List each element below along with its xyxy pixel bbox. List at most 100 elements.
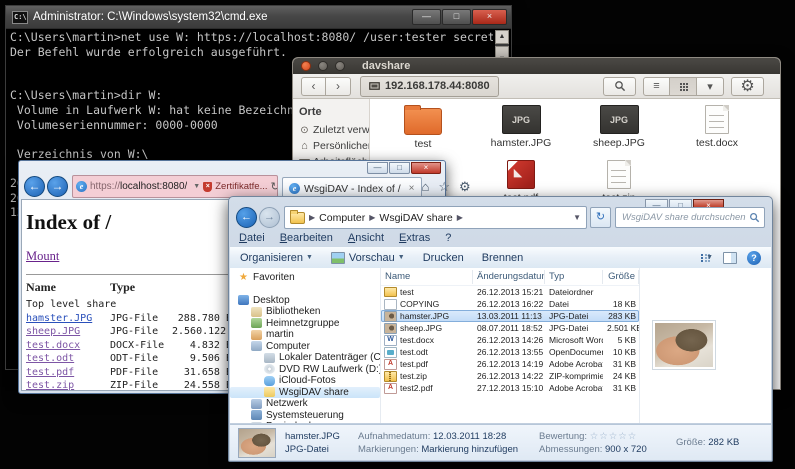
breadcrumb-computer[interactable]: Computer bbox=[319, 212, 365, 224]
file-link[interactable]: test.odt bbox=[26, 352, 110, 366]
status-file-name: hamster.JPG bbox=[285, 431, 349, 442]
sidebar-item[interactable]: DVD RW Laufwerk (D:) bbox=[230, 364, 380, 376]
table-row[interactable]: test2.pdf 27.12.2013 15:10 Adobe Acrobat… bbox=[381, 382, 639, 394]
column-header-size[interactable]: Größe bbox=[603, 270, 639, 284]
close-button[interactable]: × bbox=[472, 9, 507, 25]
table-row[interactable]: test.zip 26.12.2013 14:22 ZIP-komprimier… bbox=[381, 370, 639, 382]
file-item[interactable]: test.docx bbox=[668, 102, 766, 157]
address-dropdown-chevron[interactable]: ▼ bbox=[193, 183, 200, 190]
file-item[interactable]: hamster.JPG bbox=[472, 102, 570, 157]
file-link[interactable]: test.pdf bbox=[26, 366, 110, 380]
sidebar-item[interactable]: Computer bbox=[230, 341, 380, 353]
close-button[interactable]: × bbox=[411, 162, 441, 174]
file-link[interactable]: test.docx bbox=[26, 339, 110, 353]
search-button[interactable] bbox=[603, 77, 636, 96]
search-input[interactable] bbox=[620, 211, 749, 224]
view-options-chevron[interactable]: ▾ bbox=[697, 77, 724, 96]
url-text[interactable]: https://localhost:8080/ bbox=[90, 181, 187, 192]
menu-item[interactable]: Extras bbox=[399, 232, 430, 244]
tab-title: WsgiDAV - Index of / bbox=[304, 183, 401, 195]
forward-button[interactable]: › bbox=[326, 77, 351, 96]
sidebar-item[interactable]: Desktop bbox=[230, 295, 380, 307]
nautilus-titlebar[interactable]: davshare bbox=[293, 58, 780, 74]
table-row[interactable]: COPYING 26.12.2013 16:22 Datei 18 KB bbox=[381, 298, 639, 310]
menu-item[interactable]: Ansicht bbox=[348, 232, 384, 244]
certificate-error-label[interactable]: Zertifikatfe... bbox=[215, 181, 267, 192]
refresh-icon[interactable]: ↻ bbox=[271, 180, 279, 193]
burn-button[interactable]: Brennen bbox=[482, 252, 524, 264]
preview-image[interactable] bbox=[652, 320, 716, 370]
file-size: 283 KB bbox=[603, 311, 639, 321]
address-button[interactable]: 192.168.178.44:8080 bbox=[360, 76, 499, 97]
grid-view-button[interactable] bbox=[670, 77, 697, 96]
sidebar-item[interactable]: Lokaler Datenträger (C:) bbox=[230, 352, 380, 364]
sidebar-item[interactable]: iCloud-Fotos bbox=[230, 375, 380, 387]
address-dropdown-chevron[interactable]: ▼ bbox=[573, 213, 581, 222]
column-header-date[interactable]: Änderungsdatum bbox=[473, 270, 545, 284]
preview-pane-toggle[interactable] bbox=[723, 252, 737, 264]
sidebar-item-icon bbox=[264, 376, 275, 386]
places-item[interactable]: Zuletzt verw... bbox=[293, 122, 369, 138]
home-icon[interactable]: ⌂ bbox=[422, 179, 430, 195]
sidebar-item[interactable]: Papierkorb bbox=[230, 421, 380, 423]
forward-button[interactable]: → bbox=[259, 207, 280, 228]
file-item[interactable]: sheep.JPG bbox=[570, 102, 668, 157]
close-icon[interactable] bbox=[301, 61, 311, 71]
maximize-button[interactable]: □ bbox=[389, 162, 410, 174]
organize-button[interactable]: Organisieren▼ bbox=[240, 252, 313, 264]
favorites-star-icon[interactable]: ☆ bbox=[438, 179, 450, 195]
file-link[interactable]: hamster.JPG bbox=[26, 312, 110, 326]
scroll-up-icon[interactable]: ▲ bbox=[495, 30, 509, 44]
refresh-button[interactable]: ↻ bbox=[590, 207, 611, 228]
settings-button[interactable]: ⚙ bbox=[731, 77, 764, 96]
breadcrumb[interactable]: ▶ Computer ▶ WsgiDAV share ▶ ▼ bbox=[284, 206, 587, 229]
mount-link[interactable]: Mount bbox=[26, 249, 59, 263]
print-button[interactable]: Drucken bbox=[423, 252, 464, 264]
maximize-button[interactable]: □ bbox=[442, 9, 471, 25]
forward-button[interactable]: → bbox=[47, 176, 68, 197]
menu-item[interactable]: Datei bbox=[239, 232, 265, 244]
column-header-type[interactable]: Typ bbox=[545, 270, 603, 284]
menu-item[interactable]: Bearbeiten bbox=[280, 232, 333, 244]
file-item[interactable]: test bbox=[374, 102, 472, 157]
table-row[interactable]: test 26.12.2013 15:21 Dateiordner bbox=[381, 286, 639, 298]
table-row[interactable]: test.docx 26.12.2013 14:26 Microsoft Wor… bbox=[381, 334, 639, 346]
help-icon[interactable]: ? bbox=[747, 251, 761, 265]
sidebar-item[interactable]: Heimnetzgruppe bbox=[230, 318, 380, 330]
search-icon[interactable] bbox=[749, 212, 760, 223]
sidebar-item[interactable]: Netzwerk bbox=[230, 398, 380, 410]
preview-button[interactable]: Vorschau▼ bbox=[331, 252, 405, 264]
minimize-button[interactable]: — bbox=[412, 9, 441, 25]
maximize-icon[interactable] bbox=[335, 61, 345, 71]
tags-value[interactable]: Markierung hinzufügen bbox=[421, 444, 518, 455]
tab-close-icon[interactable]: × bbox=[409, 183, 415, 194]
menu-item[interactable]: ? bbox=[445, 232, 451, 244]
file-link[interactable]: test.zip bbox=[26, 379, 110, 391]
table-row[interactable]: hamster.JPG 13.03.2011 11:13 JPG-Datei 2… bbox=[381, 310, 639, 322]
address-bar[interactable]: e https://localhost:8080/ ▼ × Zertifikat… bbox=[72, 175, 278, 198]
minimize-button[interactable]: — bbox=[367, 162, 388, 174]
back-button[interactable]: ‹ bbox=[301, 77, 326, 96]
sidebar-item[interactable]: Favoriten bbox=[230, 272, 380, 284]
settings-gear-icon[interactable]: ⚙ bbox=[459, 179, 471, 195]
menu-bar: Datei Bearbeiten Ansicht Extras? bbox=[239, 232, 451, 244]
table-row[interactable]: test.pdf 26.12.2013 14:19 Adobe Acrobat … bbox=[381, 358, 639, 370]
sidebar-item[interactable]: Systemsteuerung bbox=[230, 410, 380, 422]
back-button[interactable]: ← bbox=[236, 207, 257, 228]
places-item[interactable]: Persönlicher ... bbox=[293, 138, 369, 154]
sidebar-item[interactable]: Bibliotheken bbox=[230, 306, 380, 318]
change-view-button[interactable]: ▼ bbox=[701, 254, 713, 261]
list-view-button[interactable]: ≡ bbox=[643, 77, 670, 96]
column-header-name[interactable]: Name bbox=[381, 270, 473, 284]
file-link[interactable]: sheep.JPG bbox=[26, 325, 110, 339]
sidebar-item[interactable]: WsgiDAV share bbox=[230, 387, 380, 399]
cmd-titlebar[interactable]: C:\ Administrator: C:\Windows\system32\c… bbox=[6, 6, 511, 29]
search-box[interactable] bbox=[615, 207, 765, 228]
table-row[interactable]: sheep.JPG 08.07.2011 18:52 JPG-Datei 2.5… bbox=[381, 322, 639, 334]
breadcrumb-current[interactable]: WsgiDAV share bbox=[379, 212, 452, 224]
table-row[interactable]: test.odt 26.12.2013 13:55 OpenDocument T… bbox=[381, 346, 639, 358]
sidebar-item[interactable]: martin bbox=[230, 329, 380, 341]
back-button[interactable]: ← bbox=[24, 176, 45, 197]
minimize-icon[interactable] bbox=[318, 61, 328, 71]
rating-stars[interactable]: ☆☆☆☆☆ bbox=[590, 431, 638, 442]
